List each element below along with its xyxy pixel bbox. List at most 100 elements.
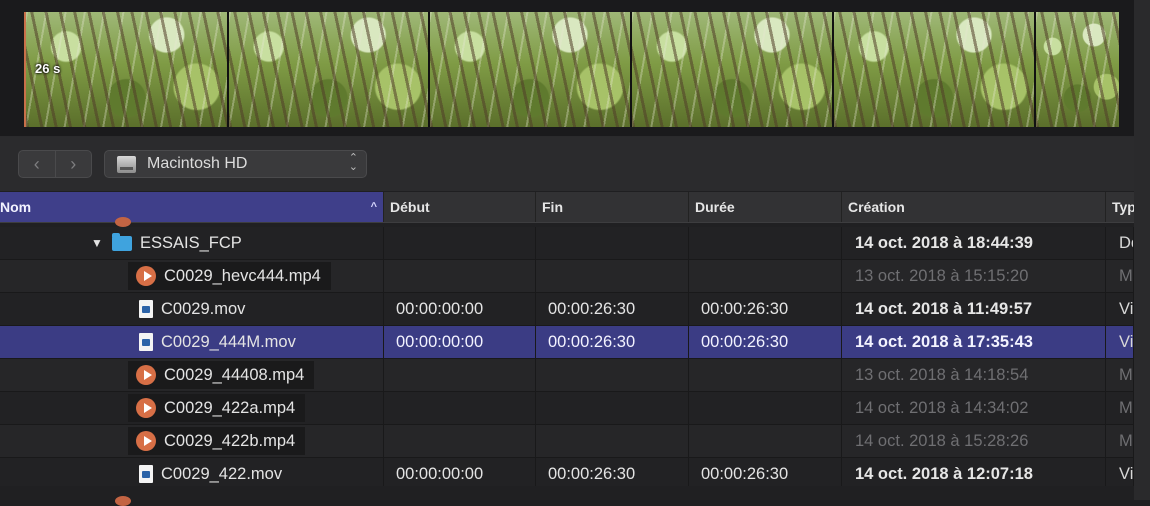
file-list-table: Nom ^ Début Fin Durée Création Typ ▼ ESS…	[0, 192, 1134, 500]
creation-cell: 14 oct. 2018 à 15:28:26	[842, 425, 1106, 457]
name-content: C0029.mov	[136, 293, 245, 325]
hard-drive-icon	[117, 155, 136, 173]
fin-cell	[536, 359, 689, 391]
type-cell: Vi	[1106, 326, 1134, 358]
filmstrip-frame	[1036, 12, 1119, 127]
creation-cell: 14 oct. 2018 à 17:35:43	[842, 326, 1106, 358]
fin-cell	[536, 392, 689, 424]
play-icon	[136, 266, 156, 286]
up-down-chevron-icon: ⌃ ⌄	[348, 152, 358, 173]
navigation-buttons: ‹ ›	[18, 150, 92, 178]
name-cell: ▼ ESSAIS_FCP	[0, 227, 384, 259]
table-row[interactable]: C0029_422b.mp4 14 oct. 2018 à 15:28:26 M	[0, 425, 1134, 458]
column-header-debut[interactable]: Début	[384, 192, 536, 222]
creation-cell: 14 oct. 2018 à 18:44:39	[842, 227, 1106, 259]
browser-toolbar: ‹ › Macintosh HD ⌃ ⌄	[0, 137, 1134, 191]
type-cell: Vi	[1106, 293, 1134, 325]
creation-cell: 14 oct. 2018 à 14:34:02	[842, 392, 1106, 424]
duree-cell	[689, 359, 842, 391]
movie-file-icon	[139, 333, 153, 351]
file-name: C0029.mov	[161, 300, 246, 318]
name-cell: C0029_44408.mp4	[0, 359, 384, 391]
sort-ascending-icon: ^	[370, 201, 377, 213]
column-header-creation[interactable]: Création	[842, 192, 1106, 222]
fin-cell: 00:00:26:30	[536, 293, 689, 325]
duree-cell	[689, 227, 842, 259]
column-header-fin[interactable]: Fin	[536, 192, 689, 222]
column-header-label: Nom	[0, 199, 32, 215]
fin-cell	[536, 227, 689, 259]
table-header: Nom ^ Début Fin Durée Création Typ	[0, 192, 1134, 223]
name-content: C0029_44408.mp4	[128, 361, 315, 389]
filmstrip-frame	[229, 12, 430, 127]
volume-label: Macintosh HD	[147, 155, 248, 172]
duree-cell: 00:00:26:30	[689, 326, 842, 358]
table-row[interactable]: C0029_422a.mp4 14 oct. 2018 à 14:34:02 M	[0, 392, 1134, 425]
debut-cell	[384, 227, 536, 259]
play-icon	[136, 398, 156, 418]
duration-badge: 26 s	[35, 61, 61, 76]
name-cell: C0029_hevc444.mp4	[0, 260, 384, 292]
debut-cell: 00:00:00:00	[384, 293, 536, 325]
name-cell: C0029.mov	[0, 293, 384, 325]
filmstrip-frame	[834, 12, 1036, 127]
window-edge	[1134, 0, 1150, 500]
debut-cell	[384, 359, 536, 391]
chevron-right-icon: ›	[70, 153, 77, 174]
type-cell: M	[1106, 392, 1134, 424]
fin-cell	[536, 260, 689, 292]
debut-cell	[384, 260, 536, 292]
filmstrip-area: 26 s	[0, 0, 1150, 137]
name-cell: C0029_422b.mp4	[0, 425, 384, 457]
type-cell: Do	[1106, 227, 1134, 259]
table-row-selected[interactable]: C0029_444M.mov 00:00:00:00 00:00:26:30 0…	[0, 326, 1134, 359]
duree-cell	[689, 392, 842, 424]
disclosure-triangle-icon[interactable]: ▼	[90, 227, 104, 259]
type-cell: M	[1106, 425, 1134, 457]
back-button[interactable]: ‹	[19, 151, 55, 177]
duree-cell: 00:00:26:30	[689, 293, 842, 325]
column-header-type[interactable]: Typ	[1106, 192, 1134, 222]
creation-cell: 14 oct. 2018 à 11:49:57	[842, 293, 1106, 325]
creation-cell: 13 oct. 2018 à 15:15:20	[842, 260, 1106, 292]
filmstrip-frame	[632, 12, 834, 127]
file-name: ESSAIS_FCP	[140, 234, 242, 252]
table-row[interactable]: C0029.mov 00:00:00:00 00:00:26:30 00:00:…	[0, 293, 1134, 326]
table-row[interactable]: C0029_44408.mp4 13 oct. 2018 à 14:18:54 …	[0, 359, 1134, 392]
file-name: C0029_422a.mp4	[164, 399, 296, 417]
type-cell: M	[1106, 260, 1134, 292]
table-row[interactable]: ▼ ESSAIS_FCP 14 oct. 2018 à 18:44:39 Do	[0, 227, 1134, 260]
debut-cell	[384, 425, 536, 457]
name-content: C0029_444M.mov	[136, 326, 296, 358]
debut-cell	[384, 392, 536, 424]
column-header-duree[interactable]: Durée	[689, 192, 842, 222]
creation-cell: 13 oct. 2018 à 14:18:54	[842, 359, 1106, 391]
play-icon	[115, 496, 131, 506]
name-content: C0029_hevc444.mp4	[128, 262, 331, 290]
movie-file-icon	[139, 300, 153, 318]
volume-select[interactable]: Macintosh HD ⌃ ⌄	[104, 150, 367, 178]
type-cell: M	[1106, 359, 1134, 391]
name-content: ▼ ESSAIS_FCP	[90, 227, 242, 259]
play-icon	[136, 365, 156, 385]
folder-icon	[112, 232, 132, 251]
play-icon	[136, 431, 156, 451]
fin-cell: 00:00:26:30	[536, 326, 689, 358]
table-row[interactable]: C0029_hevc444.mp4 13 oct. 2018 à 15:15:2…	[0, 260, 1134, 293]
name-cell: C0029_422a.mp4	[0, 392, 384, 424]
column-header-nom[interactable]: Nom ^	[0, 192, 384, 222]
name-content: C0029_422a.mp4	[128, 394, 306, 422]
partial-row-below	[0, 486, 1134, 506]
movie-file-icon	[139, 465, 153, 483]
filmstrip-frame	[430, 12, 632, 127]
forward-button[interactable]: ›	[54, 151, 92, 177]
play-icon	[115, 217, 131, 227]
chevron-left-icon: ‹	[33, 153, 40, 174]
file-name: C0029_hevc444.mp4	[164, 267, 321, 285]
filmstrip[interactable]: 26 s	[24, 12, 1119, 127]
duree-cell	[689, 425, 842, 457]
fin-cell	[536, 425, 689, 457]
name-content: C0029_422b.mp4	[128, 427, 306, 455]
file-name: C0029_422b.mp4	[164, 432, 296, 450]
file-name: C0029_444M.mov	[161, 333, 296, 351]
